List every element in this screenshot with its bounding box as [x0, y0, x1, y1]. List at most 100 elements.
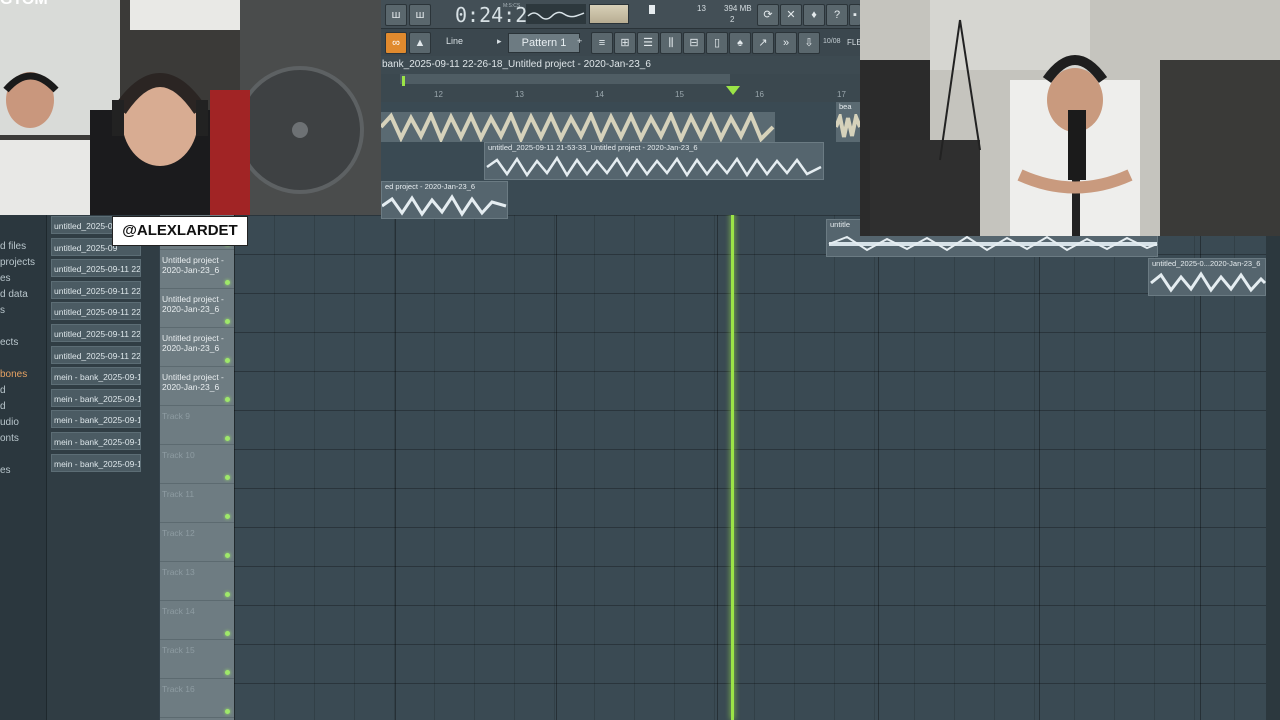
track-header[interactable]: Track 9: [160, 406, 234, 445]
ruler-tick: 13: [515, 90, 524, 99]
track-name: Track 9: [162, 411, 191, 421]
mic-icon[interactable]: ♦: [803, 4, 825, 26]
project-icon[interactable]: ▯: [706, 32, 728, 54]
track-header[interactable]: Untitled project - 2020-Jan-23_6: [160, 289, 234, 328]
browser-item[interactable]: bones: [0, 369, 27, 380]
track-header[interactable]: Track 16: [160, 679, 234, 718]
start-marker[interactable]: [402, 76, 405, 86]
clip-title: untitled_2025-0...2020-Jan-23_6: [1152, 259, 1261, 268]
plugin-icon[interactable]: ♠: [729, 32, 751, 54]
browser-icon[interactable]: ⊟: [683, 32, 705, 54]
stem-icon[interactable]: »: [775, 32, 797, 54]
audio-clip[interactable]: [381, 112, 775, 142]
browser-item[interactable]: onts: [0, 433, 19, 444]
pattern-prev-arrow[interactable]: ▸: [497, 36, 502, 47]
picker-clip-item[interactable]: untitled_2025-09-11 22-: [51, 302, 141, 321]
piano-roll-icon[interactable]: ⊞: [614, 32, 636, 54]
track-mute-led[interactable]: [225, 709, 230, 714]
playlist-grid[interactable]: [234, 215, 1266, 720]
ruler-tick: 16: [755, 90, 764, 99]
browser-item[interactable]: s: [0, 305, 5, 316]
browser-item[interactable]: d data: [0, 289, 28, 300]
track-mute-led[interactable]: [225, 670, 230, 675]
picker-clip-item[interactable]: untitled_2025-09-11 22-: [51, 259, 141, 278]
master-volume-display[interactable]: [589, 4, 629, 24]
pattern-add-icon[interactable]: +: [577, 36, 582, 46]
cpu-value: 13: [697, 4, 706, 13]
audio-clip[interactable]: bea: [836, 102, 860, 142]
clip-title: untitled_2025-09-11 21-53-33_Untitled pr…: [488, 143, 698, 152]
track-header-column: Untitled project - 2020-Jan-23_6 Untitled…: [160, 215, 234, 720]
track-mute-led[interactable]: [225, 358, 230, 363]
browser-item[interactable]: udio: [0, 417, 19, 428]
waveform: [486, 155, 822, 178]
audio-clip[interactable]: untitled_2025-0...2020-Jan-23_6: [1148, 258, 1267, 296]
clip-picker: untitled_2025-09 untitled_2025-09 untitled…: [46, 210, 159, 720]
track-header[interactable]: Track 15: [160, 640, 234, 679]
audio-clip[interactable]: ed project - 2020-Jan-23_6: [381, 181, 508, 219]
snap-selector[interactable]: Line: [446, 36, 463, 46]
webcam-feed-right: [860, 0, 1280, 236]
tempo-icon[interactable]: ↗: [752, 32, 774, 54]
track-mute-led[interactable]: [225, 397, 230, 402]
pattern-song-toggle[interactable]: ш: [385, 4, 407, 26]
track-header[interactable]: Untitled project - 2020-Jan-23_6: [160, 328, 234, 367]
track-header[interactable]: Track 10: [160, 445, 234, 484]
version-label: 10/08: [823, 38, 841, 45]
browser-item[interactable]: d files: [0, 241, 26, 252]
track-mute-led[interactable]: [225, 631, 230, 636]
vertical-scrollbar[interactable]: [1266, 215, 1280, 720]
channel-rack-icon[interactable]: ☰: [637, 32, 659, 54]
track-mute-led[interactable]: [225, 553, 230, 558]
track-mute-led[interactable]: [225, 514, 230, 519]
browser-item[interactable]: d: [0, 385, 6, 396]
download-icon[interactable]: ⇩: [798, 32, 820, 54]
browser-item[interactable]: d: [0, 401, 6, 412]
close-icon[interactable]: ✕: [780, 4, 802, 26]
record-button[interactable]: ш: [409, 4, 431, 26]
track-header[interactable]: Track 11: [160, 484, 234, 523]
track-header[interactable]: Untitled project - 2020-Jan-23_6: [160, 367, 234, 406]
webcam-scene: [0, 0, 381, 215]
track-name: Untitled project - 2020-Jan-23_6: [162, 333, 224, 353]
picker-clip-item[interactable]: mein - bank_2025-09-1: [51, 388, 141, 407]
mixer-icon[interactable]: ⫼: [660, 32, 682, 54]
audio-clip[interactable]: untitled_2025-09-11 21-53-33_Untitled pr…: [484, 142, 824, 180]
track-name: Track 11: [162, 489, 195, 499]
track-mute-led[interactable]: [225, 475, 230, 480]
picker-clip-item[interactable]: untitled_2025-09-11 22-: [51, 280, 141, 299]
playlist-icon[interactable]: ≡: [591, 32, 613, 54]
browser-item[interactable]: projects: [0, 257, 35, 268]
help-icon[interactable]: ?: [826, 4, 848, 26]
loop-region[interactable]: [400, 74, 730, 84]
ruler-tick: 14: [595, 90, 604, 99]
track-header[interactable]: Track 14: [160, 601, 234, 640]
track-mute-led[interactable]: [225, 280, 230, 285]
refresh-icon[interactable]: ⟳: [757, 4, 779, 26]
picker-clip-item[interactable]: untitled_2025-09-11 22-: [51, 345, 141, 364]
pattern-selector[interactable]: Pattern 1: [508, 33, 580, 53]
picker-clip-item[interactable]: untitled_2025-09-11 22-: [51, 324, 141, 342]
picker-clip-item[interactable]: mein - bank_2025-09-1: [51, 453, 141, 472]
track-mute-led[interactable]: [225, 436, 230, 441]
browser-item[interactable]: ects: [0, 337, 18, 348]
polyphony-value: 2: [730, 15, 735, 24]
picker-clip-item[interactable]: mein - bank_2025-09-1: [51, 367, 141, 386]
tool-icon[interactable]: ▲: [409, 32, 431, 54]
memory-value: 394 MB: [724, 4, 752, 13]
picker-clip-item[interactable]: mein - bank_2025-09-1: [51, 410, 141, 429]
track-mute-led[interactable]: [225, 592, 230, 597]
track-name: Untitled project - 2020-Jan-23_6: [162, 294, 224, 314]
streamer-handle-label: @ALEXLARDET: [112, 216, 248, 246]
playhead-marker-icon[interactable]: [726, 86, 740, 96]
browser-item[interactable]: es: [0, 273, 11, 284]
track-header[interactable]: Track 12: [160, 523, 234, 562]
waveform: [381, 112, 775, 142]
track-mute-led[interactable]: [225, 319, 230, 324]
picker-clip-item[interactable]: mein - bank_2025-09-1: [51, 432, 141, 450]
browser-item[interactable]: es: [0, 465, 11, 476]
waveform: [1150, 271, 1267, 293]
track-header[interactable]: Track 13: [160, 562, 234, 601]
track-header[interactable]: Untitled project - 2020-Jan-23_6: [160, 250, 234, 289]
link-icon[interactable]: ∞: [385, 32, 407, 54]
